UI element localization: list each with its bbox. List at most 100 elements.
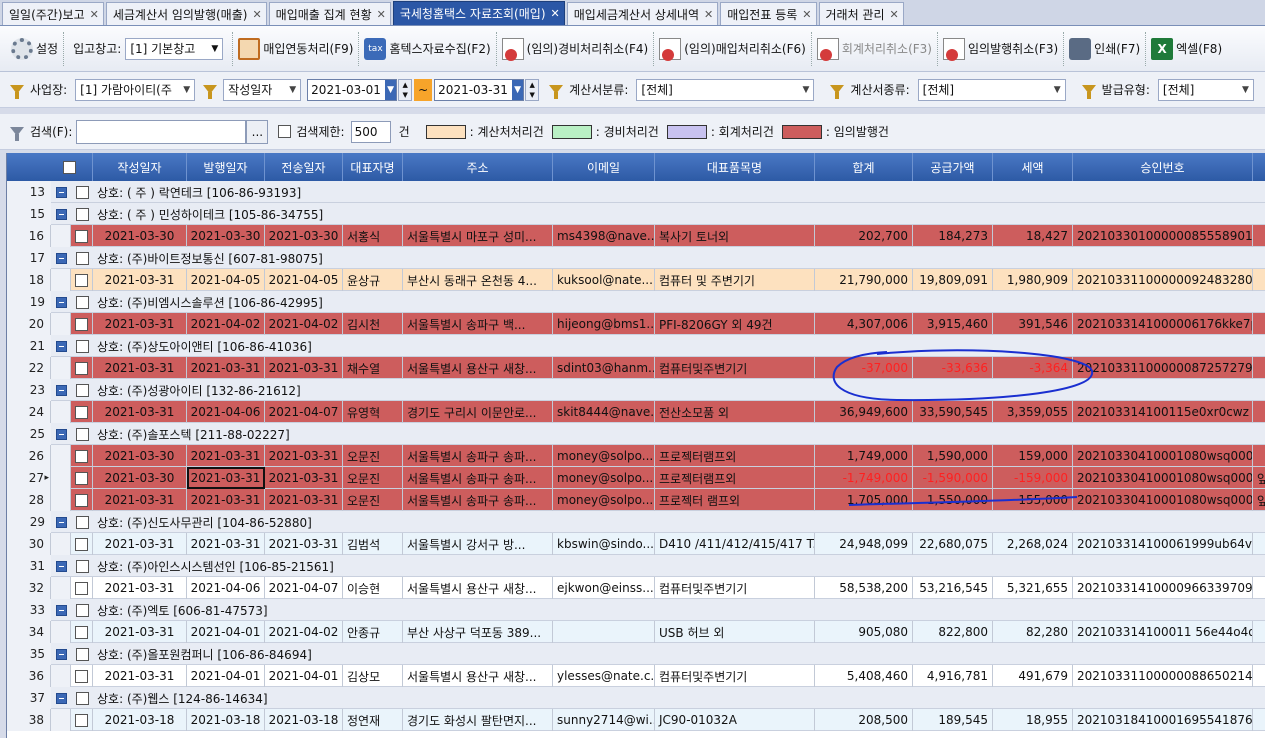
column-header[interactable]: 작성일자 [93, 153, 187, 181]
table-cell[interactable]: 2021-03-31 [187, 445, 265, 467]
table-cell[interactable]: money@solpo... [553, 467, 655, 489]
close-icon[interactable]: ✕ [802, 8, 811, 21]
table-cell[interactable]: 서울특별시 마포구 성미... [403, 225, 553, 247]
row-checkbox-cell[interactable] [71, 357, 93, 379]
table-cell[interactable]: 21,790,000 [815, 269, 913, 291]
group-row[interactable]: 31 상호: (주)아인스시스템선인 [106-85-21561] [7, 555, 1265, 577]
collapse-icon[interactable] [55, 208, 67, 220]
row-checkbox-cell[interactable] [71, 533, 93, 555]
table-cell[interactable]: 앞 [1253, 467, 1265, 489]
column-header[interactable]: 이메일 [553, 153, 655, 181]
table-cell[interactable]: 2021-03-31 [265, 357, 343, 379]
table-cell[interactable] [1253, 445, 1265, 467]
table-cell[interactable]: 컴퓨터및주변기기 [655, 357, 815, 379]
collapse-icon[interactable] [55, 384, 67, 396]
table-cell[interactable]: PFI-8206GY 외 49건 [655, 313, 815, 335]
table-cell[interactable] [1253, 225, 1265, 247]
row-checkbox-cell[interactable] [71, 665, 93, 687]
table-cell[interactable]: 20210331100000087257279 [1073, 357, 1253, 379]
table-cell[interactable] [1253, 709, 1265, 731]
table-cell[interactable]: 서울특별시 송파구 백... [403, 313, 553, 335]
table-cell[interactable]: 1,705,000 [815, 489, 913, 511]
table-cell[interactable]: 2,268,024 [993, 533, 1073, 555]
group-checkbox[interactable] [75, 603, 89, 617]
group-row[interactable]: 19 상호: (주)비엠시스솔루션 [106-86-42995] [7, 291, 1265, 313]
table-cell[interactable]: 2021-03-31 [265, 533, 343, 555]
date-from-spinner[interactable]: ▲ ▼ [398, 78, 413, 101]
row-checkbox[interactable] [75, 625, 88, 639]
group-toggle[interactable] [51, 335, 71, 357]
table-cell[interactable]: 서울특별시 용산구 새창... [403, 665, 553, 687]
row-checkbox[interactable] [75, 581, 88, 595]
invoice-class-select[interactable]: [전체] ▼ [636, 78, 815, 101]
table-cell[interactable]: 2021-03-30 [93, 445, 187, 467]
group-toggle[interactable] [51, 247, 71, 269]
hometax-collect-button[interactable]: tax 홈텍스자료수집(F2) [358, 31, 495, 66]
table-cell[interactable]: 2021-03-18 [265, 709, 343, 731]
table-cell[interactable]: 822,800 [913, 621, 993, 643]
row-checkbox[interactable] [75, 449, 88, 463]
table-cell[interactable]: 2021-03-18 [93, 709, 187, 731]
table-cell[interactable]: 프로젝터램프외 [655, 445, 815, 467]
table-cell[interactable]: sunny2714@wi... [553, 709, 655, 731]
table-cell[interactable]: 서울특별시 송파구 송파... [403, 445, 553, 467]
close-icon[interactable]: ✕ [377, 8, 386, 21]
table-cell[interactable]: 서홍식 [343, 225, 403, 247]
column-header[interactable]: 승인번호 [1073, 153, 1253, 181]
group-toggle[interactable] [51, 423, 71, 445]
table-row[interactable]: 27 ▸ 2021-03-30 2021-03-31 2021-03-31 오문진 서울특별… [7, 467, 1265, 489]
date-to-input[interactable]: 2021-03-31 ▼ [434, 78, 525, 101]
table-cell[interactable]: 오문진 [343, 489, 403, 511]
group-toggle[interactable] [51, 599, 71, 621]
column-header[interactable]: 세액 [993, 153, 1073, 181]
table-row[interactable]: 36 2021-03-31 2021-04-01 2021-04-01 김상모 서울특별시… [7, 665, 1265, 687]
close-icon[interactable]: ✕ [890, 8, 899, 21]
row-checkbox[interactable] [75, 273, 88, 287]
tab-4[interactable]: 매입세금계산서 상세내역 ✕ [566, 2, 719, 25]
table-cell[interactable]: 컴퓨터및주변기기 [655, 577, 815, 599]
excel-button[interactable]: X 엑셀(F8) [1145, 31, 1227, 66]
column-header[interactable]: 거 [1253, 153, 1265, 181]
table-row[interactable]: 38 2021-03-18 2021-03-18 2021-03-18 정연재 경기도 화… [7, 709, 1265, 731]
group-checkbox-cell[interactable] [71, 181, 93, 203]
collapse-icon[interactable] [55, 604, 67, 616]
row-checkbox-cell[interactable] [71, 467, 93, 489]
table-cell[interactable]: 2021033141000006176kke7p... [1073, 313, 1253, 335]
column-header[interactable]: 대표자명 [343, 153, 403, 181]
row-checkbox-cell[interactable] [71, 313, 93, 335]
table-cell[interactable]: 202,700 [815, 225, 913, 247]
close-icon[interactable]: ✕ [90, 8, 99, 21]
table-cell[interactable]: 2021-03-31 [265, 467, 343, 489]
table-cell[interactable]: USB 허브 외 [655, 621, 815, 643]
table-cell[interactable] [1253, 313, 1265, 335]
table-cell[interactable]: 채수열 [343, 357, 403, 379]
table-cell[interactable]: 김범석 [343, 533, 403, 555]
table-cell[interactable]: 2021-03-18 [187, 709, 265, 731]
table-cell[interactable]: -159,000 [993, 467, 1073, 489]
collapse-icon[interactable] [55, 516, 67, 528]
table-cell[interactable]: 윤상규 [343, 269, 403, 291]
group-row[interactable]: 33 상호: (주)엑토 [606-81-47573] [7, 599, 1265, 621]
close-icon[interactable]: ✕ [704, 8, 713, 21]
group-checkbox-cell[interactable] [71, 291, 93, 313]
issue-type-select[interactable]: [전체] ▼ [1157, 78, 1254, 101]
table-cell[interactable]: 이승현 [343, 577, 403, 599]
table-cell[interactable]: 2021-03-31 [93, 313, 187, 335]
tab-0[interactable]: 일일(주간)보고 ✕ [2, 2, 104, 25]
group-checkbox[interactable] [75, 207, 89, 221]
calendar-dropdown-icon[interactable]: ▼ [384, 79, 397, 100]
group-checkbox-cell[interactable] [71, 379, 93, 401]
table-cell[interactable]: 36,949,600 [815, 401, 913, 423]
group-checkbox[interactable] [75, 515, 89, 529]
table-cell[interactable] [1253, 665, 1265, 687]
table-cell[interactable]: sdint03@hanm... [553, 357, 655, 379]
table-cell[interactable]: 19,809,091 [913, 269, 993, 291]
table-cell[interactable]: 서울특별시 용산구 새창... [403, 577, 553, 599]
table-cell[interactable]: 22,680,075 [913, 533, 993, 555]
table-cell[interactable]: 2021-03-31 [187, 357, 265, 379]
table-cell[interactable]: -37,000 [815, 357, 913, 379]
group-toggle[interactable] [51, 555, 71, 577]
table-cell[interactable] [1253, 357, 1265, 379]
row-checkbox[interactable] [75, 405, 88, 419]
table-cell[interactable]: 2021-04-02 [265, 313, 343, 335]
